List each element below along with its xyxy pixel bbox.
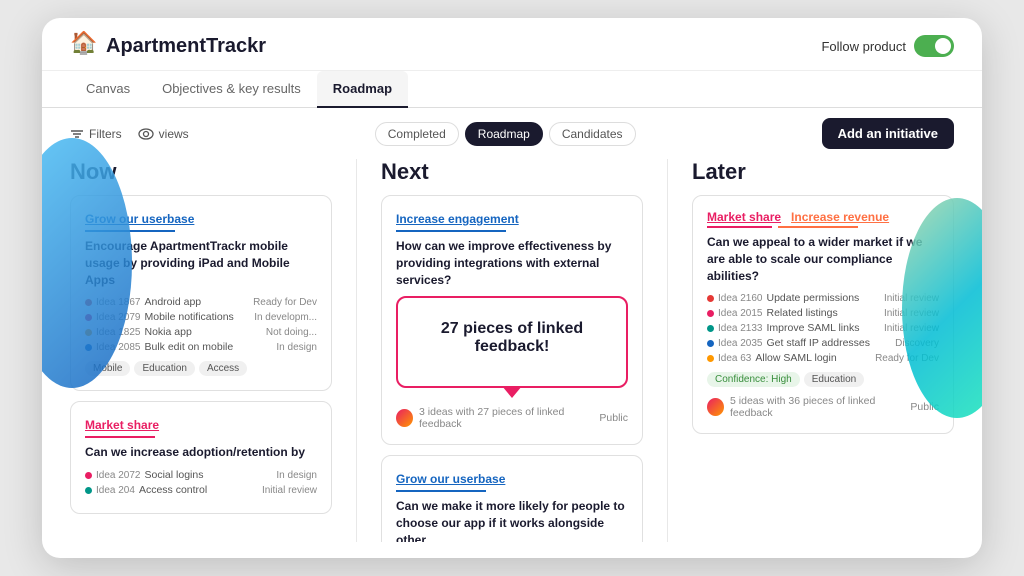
feedback-text: 27 pieces of linked feedback! [412, 320, 612, 356]
idea-row: Idea 2133 Improve SAML links Initial rev… [707, 322, 939, 334]
tab-canvas[interactable]: Canvas [70, 71, 146, 108]
column-now: Now Grow our userbase Encourage Apartmen… [70, 159, 332, 542]
tag: Education [134, 361, 194, 376]
card-later-main-desc: Can we appeal to a wider market if we ar… [707, 234, 939, 284]
card-later-footer: 5 ideas with 36 pieces of linked feedbac… [707, 395, 939, 419]
column-next-title: Next [381, 159, 643, 185]
main-content: Now Grow our userbase Encourage Apartmen… [42, 159, 982, 558]
header: 🏠 ApartmentTrackr Follow product [42, 18, 982, 71]
card-market-share-now: Market share Can we increase adoption/re… [70, 401, 332, 514]
pill-candidates[interactable]: Candidates [549, 122, 636, 146]
column-next: Next Increase engagement How can we impr… [381, 159, 643, 542]
card-increase-revenue-title[interactable]: Increase revenue [791, 210, 889, 224]
tab-roadmap[interactable]: Roadmap [317, 71, 408, 108]
card-grow-userbase-now-desc: Encourage ApartmentTrackr mobile usage b… [85, 238, 317, 288]
tag: Access [199, 361, 247, 376]
card-grow-userbase-now-title[interactable]: Grow our userbase [85, 212, 194, 226]
column-now-title: Now [70, 159, 332, 185]
feedback-bubble: 27 pieces of linked feedback! [396, 296, 628, 388]
feedback-footer-left-text: 3 ideas with 27 pieces of linked feedbac… [419, 406, 599, 430]
card-later-main: Market share Increase revenue Can we app… [692, 195, 954, 434]
column-later: Later Market share Increase revenue Can … [692, 159, 954, 542]
filter-icon [70, 127, 84, 141]
card-grow-userbase-now: Grow our userbase Encourage ApartmentTra… [70, 195, 332, 391]
idea-row: Idea 2085 Bulk edit on mobile In design [85, 341, 317, 353]
filter-pills: Completed Roadmap Candidates [375, 122, 636, 146]
app-name: ApartmentTrackr [106, 35, 266, 58]
column-next-cards: Increase engagement How can we improve e… [381, 195, 643, 542]
add-initiative-button[interactable]: Add an initiative [822, 118, 954, 149]
column-now-cards: Grow our userbase Encourage ApartmentTra… [70, 195, 332, 542]
later-footer-right: Public [910, 401, 939, 413]
later-footer-left: 5 ideas with 36 pieces of linked feedbac… [730, 395, 910, 419]
card-increase-engagement: Increase engagement How can we improve e… [381, 195, 643, 445]
column-later-title: Later [692, 159, 954, 185]
card-market-share-later-title[interactable]: Market share [707, 210, 781, 224]
idea-row: Idea 2035 Get staff IP addresses Discove… [707, 337, 939, 349]
column-later-cards: Market share Increase revenue Can we app… [692, 195, 954, 542]
card-later-titles: Market share Increase revenue [707, 210, 939, 224]
nav-tabs: Canvas Objectives & key results Roadmap [42, 71, 982, 108]
app-logo-icon: 🏠 [70, 32, 98, 60]
follow-product-label: Follow product [821, 39, 906, 54]
idea-row: Idea 2079 Mobile notifications In develo… [85, 311, 317, 323]
tag: Mobile [85, 361, 130, 376]
pill-roadmap[interactable]: Roadmap [465, 122, 543, 146]
views-label: views [159, 127, 189, 141]
follow-product-toggle[interactable] [914, 35, 954, 57]
card-market-share-now-title[interactable]: Market share [85, 418, 159, 432]
card-grow-userbase-next-title[interactable]: Grow our userbase [396, 472, 505, 486]
card-grow-userbase-next: Grow our userbase Can we make it more li… [381, 455, 643, 542]
views-button[interactable]: views [138, 127, 189, 141]
toolbar-left: Filters views [70, 127, 189, 141]
toolbar: Filters views Completed Roadmap Candidat… [42, 108, 982, 159]
avatar [707, 398, 724, 416]
idea-row: Idea 1867 Android app Ready for Dev [85, 296, 317, 308]
feedback-footer-right-text: Public [599, 412, 628, 424]
card-increase-engagement-desc: How can we improve effectiveness by prov… [396, 238, 628, 288]
feedback-footer: 3 ideas with 27 pieces of linked feedbac… [396, 406, 628, 430]
pill-completed[interactable]: Completed [375, 122, 459, 146]
idea-row: Idea 2160 Update permissions Initial rev… [707, 292, 939, 304]
card-market-share-now-desc: Can we increase adoption/retention by [85, 444, 317, 461]
idea-row: Idea 1825 Nokia app Not doing... [85, 326, 317, 338]
idea-row: Idea 63 Allow SAML login Ready for Dev [707, 352, 939, 364]
tag: Education [804, 372, 864, 387]
logo-area: 🏠 ApartmentTrackr [70, 32, 266, 60]
confidence-tag: Confidence: High [707, 372, 800, 387]
card-increase-engagement-title[interactable]: Increase engagement [396, 212, 519, 226]
idea-row: Idea 204 Access control Initial review [85, 484, 317, 496]
filter-label: Filters [89, 127, 122, 141]
tab-okr[interactable]: Objectives & key results [146, 71, 317, 108]
card-grow-userbase-next-desc: Can we make it more likely for people to… [396, 498, 628, 542]
follow-product-area: Follow product [821, 35, 954, 57]
bubble-pointer [502, 386, 522, 398]
card-tags: Mobile Education Access [85, 361, 317, 376]
idea-row: Idea 2015 Related listings Initial revie… [707, 307, 939, 319]
views-icon [138, 128, 154, 140]
avatar [396, 409, 413, 427]
card-later-tags: Confidence: High Education [707, 372, 939, 387]
idea-row: Idea 2072 Social logins In design [85, 469, 317, 481]
filter-button[interactable]: Filters [70, 127, 122, 141]
